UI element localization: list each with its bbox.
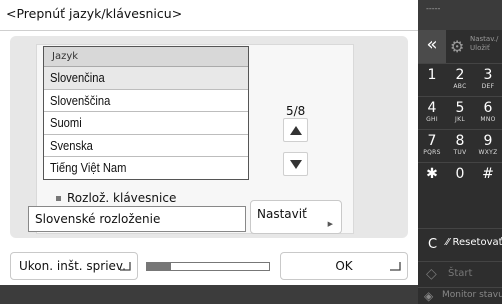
page-title: <Prepnúť jazyk/klávesnicu>: [6, 6, 183, 21]
settings-register-button[interactable]: ⚙ Nastav./Uložiť: [446, 30, 502, 63]
keypad-key[interactable]: 8 TUV: [446, 130, 474, 163]
keypad-key[interactable]: 6 MNO: [474, 97, 502, 130]
settings-register-label: Nastav./Uložiť: [470, 35, 498, 53]
key-digit: 0: [455, 166, 465, 182]
key-digit: 5: [455, 100, 465, 116]
cancel-setup-guide-button[interactable]: Ukon. inšt. spriev.: [10, 252, 138, 280]
language-list[interactable]: Jazyk Slovenčina Slovenščina Suomi Svens…: [43, 46, 249, 180]
key-letters: DEF: [481, 83, 495, 90]
keypad-key[interactable]: #: [474, 163, 502, 196]
key-letters: ABC: [453, 83, 467, 90]
list-header: Jazyk: [44, 47, 248, 67]
keypad-key[interactable]: 0: [446, 163, 474, 196]
title-divider: [0, 30, 418, 31]
key-digit: ✱: [426, 166, 438, 182]
reset-button[interactable]: ⁄⁄ Resetovať: [446, 237, 502, 248]
triangle-up-icon: [290, 126, 302, 135]
progress-bar: [146, 262, 270, 271]
key-digit: 1: [427, 67, 437, 83]
status-monitor-label: Monitor stavu: [442, 290, 502, 300]
clear-key[interactable]: C: [428, 237, 437, 252]
scroll-up-button[interactable]: [283, 118, 308, 142]
ok-button[interactable]: OK: [280, 252, 408, 280]
triangle-down-icon: [290, 160, 302, 169]
list-item-label: Slovenčina: [50, 70, 105, 85]
list-item[interactable]: Suomi: [44, 112, 248, 135]
keypad-key[interactable]: 1: [418, 64, 446, 97]
monitor-icon: ◈: [424, 289, 434, 303]
key-digit: 2: [455, 67, 465, 83]
key-digit: 6: [483, 100, 493, 116]
keypad-key[interactable]: 9 WXYZ: [474, 130, 502, 163]
key-letters: WXYZ: [478, 149, 498, 156]
list-item-label: Slovenščina: [50, 92, 111, 108]
cancel-setup-guide-label: Ukon. inšt. spriev.: [19, 259, 126, 273]
keyboard-layout-value: Slovenské rozloženie: [28, 206, 246, 232]
triangle-right-icon: ▶: [327, 220, 333, 228]
set-button-label: Nastaviť: [257, 207, 307, 221]
list-item[interactable]: Slovenščina: [44, 90, 248, 113]
keypad-header: -----: [418, 0, 502, 30]
keypad-key[interactable]: 4 GHI: [418, 97, 446, 130]
gear-icon: ⚙: [450, 37, 465, 56]
pencil-slash-icon: ⁄⁄: [446, 237, 450, 248]
keyboard-layout-label-text: Rozlož. klávesnice: [67, 191, 177, 205]
corner-arrow-icon: [120, 262, 131, 271]
key-digit: 7: [427, 133, 437, 149]
page-indicator: 5/8: [286, 104, 306, 118]
keypad-key[interactable]: 3 DEF: [474, 64, 502, 97]
keypad-panel: ----- « ⚙ Nastav./Uložiť 1 2 ABC 3 DEF 4 GHI 5 J…: [418, 0, 502, 304]
main-panel: <Prepnúť jazyk/klávesnicu> Jazyk Slovenč…: [0, 0, 418, 304]
key-digit: #: [482, 166, 494, 182]
key-letters: GHI: [426, 116, 438, 123]
start-label: Štart: [448, 268, 473, 279]
keypad-row: ✱ 0 #: [418, 162, 502, 195]
start-button[interactable]: ◇ Štart: [418, 261, 502, 287]
list-item-label: Suomi: [50, 115, 82, 131]
ok-button-label: OK: [335, 259, 353, 273]
list-item-label: Tiếng Việt Nam: [50, 160, 127, 176]
key-letters: TUV: [453, 149, 467, 156]
keyboard-layout-label: Rozlož. klávesnice: [56, 191, 176, 205]
reset-label: Resetovať: [452, 237, 502, 248]
key-digit: 9: [483, 133, 493, 149]
progress-fill: [147, 263, 172, 270]
keypad-row: 1 2 ABC 3 DEF: [418, 63, 502, 96]
key-letters: MNO: [480, 116, 496, 123]
clear-reset-row: C ⁄⁄ Resetovať: [418, 228, 502, 261]
key-digit: 8: [455, 133, 465, 149]
keypad-key[interactable]: 5 JKL: [446, 97, 474, 130]
start-icon: ◇: [426, 266, 437, 282]
keypad-key[interactable]: 7 PQRS: [418, 130, 446, 163]
scroll-down-button[interactable]: [283, 152, 308, 176]
list-item[interactable]: Slovenčina: [44, 67, 248, 90]
list-item[interactable]: Tiếng Việt Nam: [44, 157, 248, 180]
keypad-header-text: -----: [426, 4, 441, 13]
status-monitor-button[interactable]: ◈ Monitor stavu: [418, 287, 502, 304]
key-digit: 3: [483, 67, 493, 83]
bullet-icon: [56, 196, 61, 201]
status-bar: [0, 285, 418, 304]
key-letters: PQRS: [423, 149, 441, 156]
list-item-label: Svenska: [50, 137, 93, 153]
keypad-row: 7 PQRS 8 TUV 9 WXYZ: [418, 129, 502, 162]
key-letters: JKL: [455, 116, 465, 123]
corner-arrow-icon: [390, 262, 401, 271]
back-button[interactable]: «: [418, 30, 446, 63]
list-item[interactable]: Svenska: [44, 135, 248, 158]
double-chevron-left-icon: «: [426, 34, 438, 55]
set-button[interactable]: Nastaviť ▶: [250, 200, 342, 234]
keypad-row: 4 GHI 5 JKL 6 MNO: [418, 96, 502, 129]
keypad-key[interactable]: ✱: [418, 163, 446, 196]
key-digit: 4: [427, 100, 437, 116]
keypad-key[interactable]: 2 ABC: [446, 64, 474, 97]
settings-label-line1: Nastav./: [470, 35, 499, 43]
settings-label-line2: Uložiť: [470, 44, 490, 52]
